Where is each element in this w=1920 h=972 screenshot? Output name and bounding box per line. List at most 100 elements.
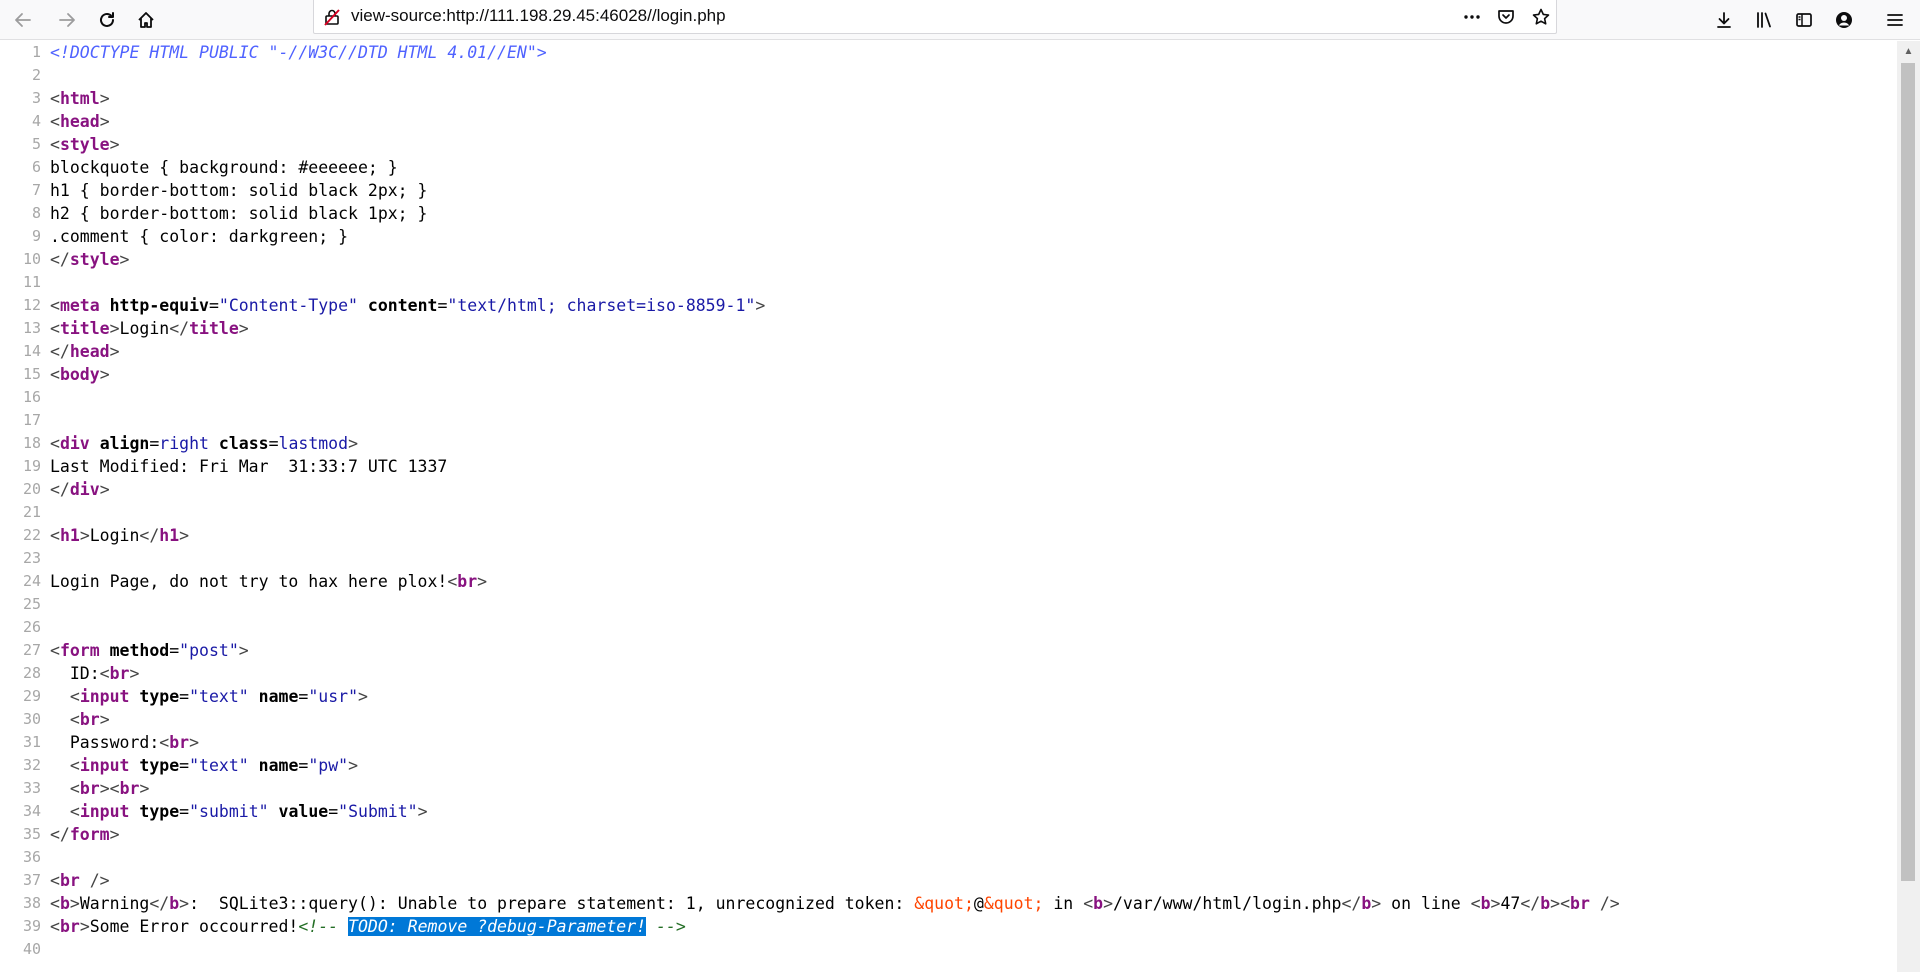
code-token: lastmod	[278, 434, 349, 453]
code-token: =	[268, 434, 279, 453]
code-token: =	[298, 687, 309, 706]
code-token: br	[59, 871, 80, 890]
bookmark-button[interactable]	[1529, 6, 1553, 28]
code-token: title	[189, 319, 239, 338]
source-line: 19 Last Modified: Fri Mar 31:33:7 UTC 133…	[0, 455, 447, 478]
forward-button[interactable]	[52, 5, 82, 35]
code-token: Last Modified: Fri Mar 31:33:7 UTC 1337	[50, 457, 448, 476]
reload-button[interactable]	[92, 5, 122, 35]
line-code: <br>Some Error occourred!<!-- TODO: Remo…	[50, 915, 686, 938]
scroll-up-icon[interactable]: ▲	[1897, 41, 1920, 61]
code-token: br	[169, 733, 190, 752]
code-token: ID:	[50, 664, 100, 683]
code-token: />	[79, 871, 110, 890]
code-token: br	[59, 917, 80, 936]
code-token: input	[79, 756, 130, 775]
code-token: >	[477, 572, 488, 591]
line-code: <head>	[50, 110, 110, 133]
page-actions-button[interactable]	[1460, 6, 1484, 28]
url-text[interactable]: view-source:http://111.198.29.45:46028//…	[351, 6, 726, 26]
code-token: </	[1341, 894, 1362, 913]
scrollbar-thumb[interactable]	[1901, 63, 1915, 881]
downloads-button[interactable]	[1709, 5, 1739, 35]
line-code: </head>	[50, 340, 120, 363]
code-token: b	[1093, 894, 1104, 913]
library-button[interactable]	[1749, 5, 1779, 35]
line-code: Password:<br>	[50, 731, 199, 754]
line-number: 1	[31, 43, 41, 61]
line-number: 37	[22, 871, 41, 889]
line-code: </div>	[50, 478, 110, 501]
line-number: 23	[22, 549, 41, 567]
source-line: 8 h2 { border-bottom: solid black 1px; }	[0, 202, 428, 225]
account-button[interactable]	[1829, 5, 1859, 35]
code-token: <	[69, 710, 80, 729]
code-token: </	[139, 526, 160, 545]
sidebar-icon	[1796, 13, 1812, 27]
code-token: div	[69, 480, 100, 499]
code-token: style	[69, 250, 120, 269]
code-token: &quot;	[914, 894, 974, 913]
source-line: 17	[0, 409, 50, 432]
home-button[interactable]	[131, 5, 161, 35]
line-number: 36	[22, 848, 41, 866]
sidebar-button[interactable]	[1789, 5, 1819, 35]
code-token: <	[50, 89, 60, 108]
code-token: =	[179, 756, 190, 775]
code-token: </	[50, 342, 70, 361]
line-code: <body>	[50, 363, 110, 386]
code-token: b	[1361, 894, 1372, 913]
code-token: br	[79, 710, 100, 729]
vertical-scrollbar[interactable]: ▲	[1897, 41, 1920, 972]
source-line: 23	[0, 547, 50, 570]
code-token: >	[1490, 894, 1501, 913]
code-token: h1	[159, 526, 180, 545]
code-token: </	[169, 319, 190, 338]
more-dots-icon	[1464, 15, 1480, 19]
code-token: html	[59, 89, 100, 108]
line-code: <html>	[50, 87, 110, 110]
line-number: 32	[22, 756, 41, 774]
url-bar[interactable]: view-source:http://111.198.29.45:46028//…	[313, 0, 1557, 34]
code-token: >	[109, 342, 120, 361]
back-button[interactable]	[8, 5, 38, 35]
line-number: 3	[31, 89, 41, 107]
source-line: 4 <head>	[0, 110, 110, 133]
code-token: <	[50, 319, 60, 338]
code-token: <	[50, 112, 60, 131]
source-line: 39 <br>Some Error occourred!<!-- TODO: Re…	[0, 915, 686, 938]
line-code: <input type="submit" value="Submit">	[50, 800, 428, 823]
code-token: =	[179, 802, 190, 821]
reload-icon	[100, 12, 114, 27]
line-number: 11	[22, 273, 41, 291]
code-token: "submit"	[189, 802, 269, 821]
code-token: b	[169, 894, 180, 913]
source-line: 9 .comment { color: darkgreen; }	[0, 225, 348, 248]
page-source-view[interactable]: 1 <!DOCTYPE HTML PUBLIC "-//W3C//DTD HTML…	[0, 41, 1897, 972]
source-line: 16	[0, 386, 50, 409]
code-token: b	[1540, 894, 1551, 913]
line-code: .comment { color: darkgreen; }	[50, 225, 348, 248]
code-token: br	[1570, 894, 1590, 913]
source-line: 33 <br><br>	[0, 777, 149, 800]
menu-button[interactable]	[1880, 5, 1910, 35]
code-token: <	[50, 365, 60, 384]
code-token: >	[99, 112, 110, 131]
code-token: b	[1480, 894, 1491, 913]
code-token: >	[139, 779, 150, 798]
source-line: 35 </form>	[0, 823, 120, 846]
insecure-lock-icon[interactable]	[322, 7, 342, 27]
line-number: 19	[22, 457, 41, 475]
source-line: 24 Login Page, do not try to hax here plo…	[0, 570, 487, 593]
line-code: <input type="text" name="pw">	[50, 754, 358, 777]
line-number: 6	[31, 158, 41, 176]
source-line: 21	[0, 501, 50, 524]
code-token: "text/html; charset=iso-8859-1"	[447, 296, 756, 315]
line-code: <form method="post">	[50, 639, 249, 662]
line-number: 33	[22, 779, 41, 797]
account-icon	[1836, 12, 1852, 28]
pocket-button[interactable]	[1494, 6, 1518, 28]
